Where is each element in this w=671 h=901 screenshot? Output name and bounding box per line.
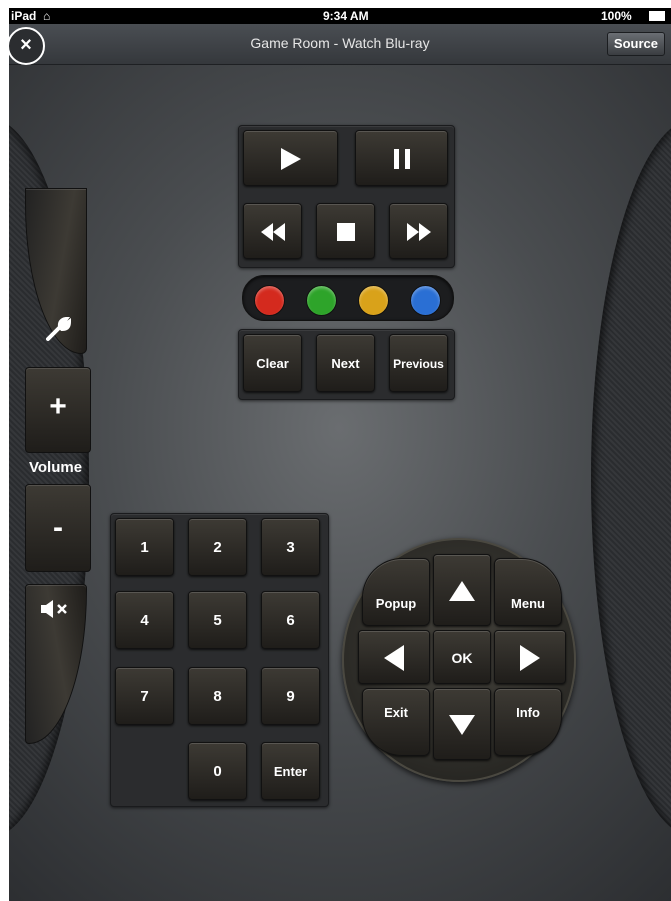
title-bar: × Game Room - Watch Blu-ray Source <box>9 24 671 65</box>
mute-icon <box>41 600 67 618</box>
green-button[interactable] <box>306 285 337 316</box>
color-buttons-bar <box>242 275 454 321</box>
volume-up-button[interactable]: + <box>25 367 91 453</box>
volume-down-label: - <box>53 511 63 544</box>
play-icon <box>280 148 301 170</box>
fast-forward-button[interactable] <box>389 203 448 259</box>
exit-button[interactable]: Exit <box>362 688 430 756</box>
home-icon: ⌂ <box>43 9 51 23</box>
stop-icon <box>336 223 355 241</box>
down-arrow-icon <box>449 715 475 735</box>
play-button[interactable] <box>243 130 338 186</box>
enter-button[interactable]: Enter <box>261 742 320 800</box>
key-8[interactable]: 8 <box>188 667 247 725</box>
volume-up-label: + <box>49 390 67 423</box>
key-1[interactable]: 1 <box>115 518 174 576</box>
previous-button[interactable]: Previous <box>389 334 448 392</box>
pause-icon <box>393 149 410 169</box>
volume-label: Volume <box>29 459 83 476</box>
status-time: 9:34 AM <box>323 9 369 23</box>
fast-forward-icon <box>406 223 431 241</box>
right-arrow-icon <box>520 645 540 671</box>
up-arrow-icon <box>449 581 475 601</box>
ok-button[interactable]: OK <box>433 630 491 684</box>
source-button[interactable]: Source <box>606 32 665 56</box>
key-2[interactable]: 2 <box>188 518 247 576</box>
popup-button[interactable]: Popup <box>362 558 430 626</box>
right-side-panel <box>591 118 671 838</box>
blue-button[interactable] <box>410 285 441 316</box>
yellow-button[interactable] <box>358 285 389 316</box>
wrench-icon <box>46 317 72 341</box>
clear-button[interactable]: Clear <box>243 334 302 392</box>
info-button[interactable]: Info <box>494 688 562 756</box>
down-button[interactable] <box>433 688 491 760</box>
rewind-button[interactable] <box>243 203 302 259</box>
next-button[interactable]: Next <box>316 334 375 392</box>
status-bar: iPad ⌂ 9:34 AM 100% <box>9 8 671 24</box>
key-7[interactable]: 7 <box>115 667 174 725</box>
menu-button[interactable]: Menu <box>494 558 562 626</box>
key-9[interactable]: 9 <box>261 667 320 725</box>
mute-button[interactable] <box>25 584 87 744</box>
pause-button[interactable] <box>355 130 448 186</box>
key-5[interactable]: 5 <box>188 591 247 649</box>
key-3[interactable]: 3 <box>261 518 320 576</box>
stop-button[interactable] <box>316 203 375 259</box>
up-button[interactable] <box>433 554 491 626</box>
device-label: iPad <box>11 9 37 23</box>
left-button[interactable] <box>358 630 430 684</box>
page-title: Game Room - Watch Blu-ray <box>250 35 430 51</box>
key-4[interactable]: 4 <box>115 591 174 649</box>
right-button[interactable] <box>494 630 566 684</box>
key-6[interactable]: 6 <box>261 591 320 649</box>
battery-icon <box>649 11 665 21</box>
remote-screen: iPad ⌂ 9:34 AM 100% × Game Room - Watch … <box>9 8 671 901</box>
volume-down-button[interactable]: - <box>25 484 91 572</box>
left-arrow-icon <box>384 645 404 671</box>
rewind-icon <box>260 223 285 241</box>
red-button[interactable] <box>254 285 285 316</box>
battery-percent: 100% <box>601 9 632 23</box>
key-0[interactable]: 0 <box>188 742 247 800</box>
